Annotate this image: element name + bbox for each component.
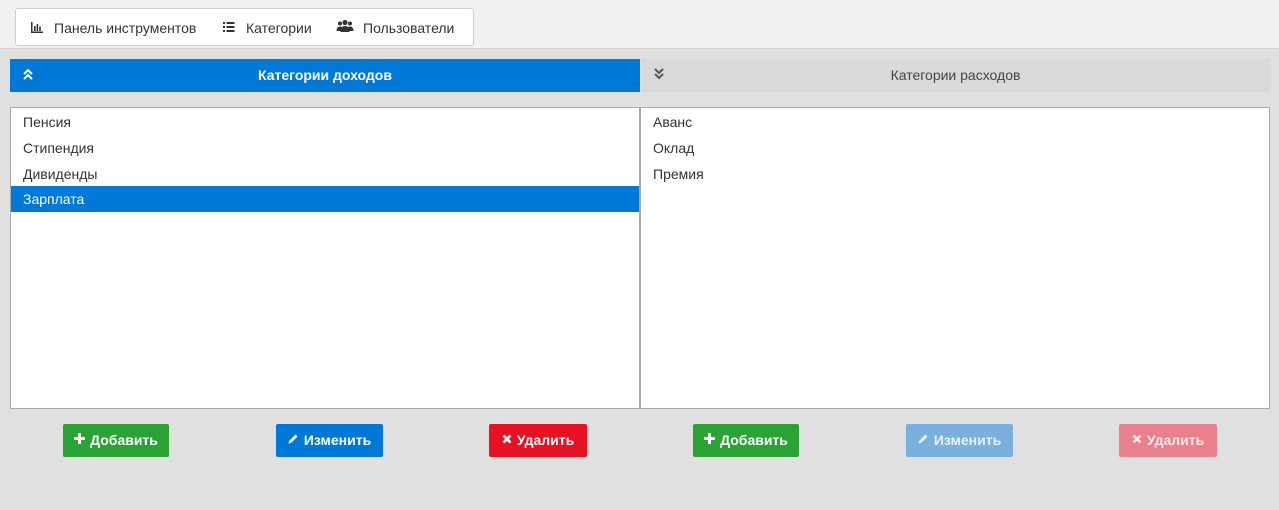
tab-expense-categories[interactable]: Категории расходов (641, 59, 1270, 92)
button-label: Добавить (90, 432, 158, 448)
tab-income-categories[interactable]: Категории доходов (10, 59, 640, 92)
income-delete-button[interactable]: Удалить (489, 424, 587, 457)
pencil-icon (288, 423, 299, 456)
list-item[interactable]: Дивиденды (11, 161, 639, 187)
list-item[interactable]: Стипендия (11, 135, 639, 161)
tab-label: Категории расходов (890, 67, 1021, 83)
income-categories-list[interactable]: Пенсия Стипендия Дивиденды Зарплата (10, 107, 640, 409)
expense-edit-button[interactable]: Изменить (906, 424, 1013, 457)
nav-item-label: Панель инструментов (54, 20, 197, 36)
list-item-selected[interactable]: Зарплата (11, 186, 639, 212)
button-label: Изменить (303, 432, 372, 448)
users-icon (336, 9, 354, 47)
chevron-double-down-icon (653, 59, 667, 92)
tab-label: Категории доходов (258, 67, 392, 83)
top-navbar: Панель инструментов Категории Пользовате… (0, 0, 1279, 49)
list-item[interactable]: Премия (641, 161, 1269, 187)
income-add-button[interactable]: Добавить (63, 424, 169, 457)
expense-categories-list[interactable]: Аванс Оклад Премия (640, 107, 1270, 409)
button-label: Добавить (720, 432, 788, 448)
close-icon (502, 423, 512, 456)
nav-item-users[interactable]: Пользователи (336, 9, 466, 47)
list-item[interactable]: Пенсия (11, 109, 639, 135)
nav-item-label: Категории (246, 20, 312, 36)
bar-chart-icon (30, 9, 48, 47)
button-label: Изменить (933, 432, 1002, 448)
button-label: Удалить (1146, 432, 1205, 448)
list-icon (222, 9, 240, 47)
nav-item-categories[interactable]: Категории (222, 9, 322, 47)
chevron-double-up-icon (22, 59, 36, 92)
plus-icon (704, 423, 716, 456)
nav-menu: Панель инструментов Категории Пользовате… (15, 8, 474, 46)
income-edit-button[interactable]: Изменить (276, 424, 383, 457)
list-item[interactable]: Оклад (641, 135, 1269, 161)
close-icon (1132, 423, 1142, 456)
expense-add-button[interactable]: Добавить (693, 424, 799, 457)
button-label: Удалить (516, 432, 575, 448)
nav-item-label: Пользователи (363, 20, 455, 36)
expense-delete-button[interactable]: Удалить (1119, 424, 1217, 457)
list-item[interactable]: Аванс (641, 109, 1269, 135)
nav-item-dashboard[interactable]: Панель инструментов (30, 9, 200, 47)
plus-icon (74, 423, 86, 456)
pencil-icon (918, 423, 929, 456)
